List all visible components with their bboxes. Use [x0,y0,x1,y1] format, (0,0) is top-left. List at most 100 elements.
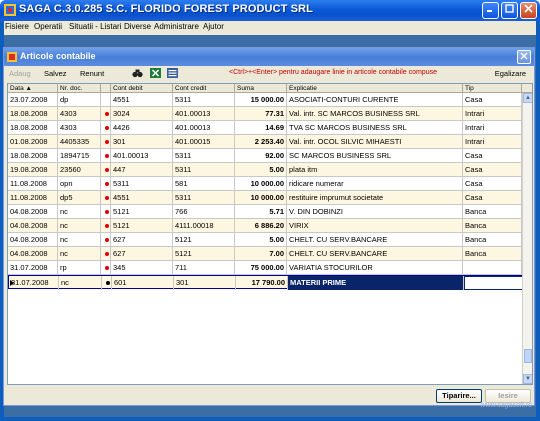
cell-data[interactable]: 31.07.2008 [8,261,58,275]
menu-administrare[interactable]: Administrare [154,22,199,31]
vertical-scrollbar[interactable]: ▲ ▼ [522,93,532,384]
cell-debit[interactable]: 3024 [111,107,173,121]
cell-debit[interactable]: 4551 [111,93,173,107]
table-row[interactable]: 01.08.2008 4405335 301 401.00015 2 253.40 Val… [8,135,522,149]
cell-debit[interactable]: 627 [111,233,173,247]
table-row[interactable]: 23.07.2008 dp 4551 5311 15 000.00 ASOCIATI-CO… [8,93,522,107]
table-row[interactable]: 18.08.2008 4303 4426 401.00013 14.69 TVA SC M… [8,121,522,135]
menu-ajutor[interactable]: Ajutor [203,22,224,31]
header-tip[interactable]: Tip [463,84,522,93]
cell-suma[interactable]: 77.31 [235,107,287,121]
cell-suma[interactable]: 5.00 [235,163,287,177]
cell-credit[interactable]: 5311 [173,163,235,177]
cell-credit[interactable]: 711 [173,261,235,275]
cell-expl[interactable]: CHELT. CU SERV.BANCARE [287,247,463,261]
cell-suma[interactable]: 92.00 [235,149,287,163]
cell-tip[interactable] [463,261,522,275]
cell-expl[interactable]: VARIATIA STOCURILOR [287,261,463,275]
cell-expl[interactable]: MATERII PRIME [288,276,464,290]
cell-debit[interactable]: 5311 [111,177,173,191]
cell-nr[interactable]: rp [58,261,101,275]
cell-data[interactable]: 31.07.2008 [9,276,59,290]
cell-tip[interactable]: Banca [463,247,522,261]
cell-debit[interactable]: 627 [111,247,173,261]
cell-expl[interactable]: Val. intr. OCOL SILVIC MIHAESTI [287,135,463,149]
cell-debit[interactable]: 5121 [111,205,173,219]
cell-suma[interactable]: 5.71 [235,205,287,219]
cell-data[interactable]: 01.08.2008 [8,135,58,149]
table-row[interactable]: 11.08.2008 dp5 4551 5311 10 000.00 restituire… [8,191,522,205]
cell-suma[interactable]: 5.00 [235,233,287,247]
print-button[interactable]: Tiparire... [436,389,482,403]
cell-credit[interactable]: 5121 [173,247,235,261]
menu-diverse[interactable]: Diverse [124,22,151,31]
cell-data[interactable]: 04.08.2008 [8,247,58,261]
cell-tip[interactable]: Banca [463,205,522,219]
cell-debit[interactable]: 601 [112,276,174,290]
cell-tip[interactable]: Banca [463,233,522,247]
close-button[interactable] [520,2,537,19]
cell-data[interactable]: 18.08.2008 [8,121,58,135]
settings-grid-icon[interactable] [167,68,178,78]
cell-nr[interactable]: 1894715 [58,149,101,163]
table-row[interactable]: 18.08.2008 1894715 401.00013 5311 92.00 SC MA… [8,149,522,163]
cell-suma[interactable]: 17 790.00 [236,276,288,290]
table-row[interactable]: 04.08.2008 nc 627 5121 7.00 CHELT. CU SERV.BA… [8,247,522,261]
cell-expl[interactable]: Val. intr. SC MARCOS BUSINESS SRL [287,107,463,121]
cell-debit[interactable]: 4426 [111,121,173,135]
menu-operatii[interactable]: Operatii [34,22,62,31]
child-close-button[interactable] [517,50,531,64]
cell-credit[interactable]: 5311 [173,191,235,205]
cell-nr[interactable]: opn [58,177,101,191]
table-row[interactable]: 19.08.2008 23560 447 5311 5.00 plata itm Casa [8,163,522,177]
cell-nr[interactable]: dp [58,93,101,107]
cell-expl[interactable]: restituire imprumut societate [287,191,463,205]
cell-tip[interactable]: Intrari [463,107,522,121]
cell-tip[interactable]: Casa [463,177,522,191]
header-suma[interactable]: Suma [235,84,287,93]
cell-credit[interactable]: 301 [174,276,236,290]
cell-data[interactable]: 23.07.2008 [8,93,58,107]
cell-credit[interactable]: 401.00015 [173,135,235,149]
cell-tip[interactable]: Intrari [463,121,522,135]
renunt-button[interactable]: Renunt [80,69,104,78]
cell-nr[interactable]: 4303 [58,107,101,121]
cell-nr[interactable]: 23560 [58,163,101,177]
adaug-button[interactable]: Adaug [9,69,31,78]
table-row[interactable]: 31.07.2008 nc 601 301 17 790.00 MATERII PRIME [8,275,523,290]
cell-data[interactable]: 11.08.2008 [8,191,58,205]
cell-suma[interactable]: 15 000.00 [235,93,287,107]
exit-button[interactable]: Iesire [485,389,531,403]
child-title-bar[interactable]: Articole contabile [4,48,534,66]
cell-data[interactable]: 11.08.2008 [8,177,58,191]
cell-expl[interactable]: SC MARCOS BUSINESS SRL [287,149,463,163]
cell-credit[interactable]: 5121 [173,233,235,247]
cell-expl[interactable]: CHELT. CU SERV.BANCARE [287,233,463,247]
header-cont-debit[interactable]: Cont debit [111,84,173,93]
cell-tip[interactable]: Intrari [463,135,522,149]
cell-expl[interactable]: ASOCIATI-CONTURI CURENTE [287,93,463,107]
cell-debit[interactable]: 401.00013 [111,149,173,163]
salvez-button[interactable]: Salvez [44,69,67,78]
cell-suma[interactable]: 10 000.00 [235,191,287,205]
table-row[interactable]: 31.07.2008 rp 345 711 75 000.00 VARIATIA STOC… [8,261,522,275]
binoculars-icon[interactable] [132,68,143,78]
cell-nr[interactable]: 4405335 [58,135,101,149]
accounting-grid[interactable]: Data ▲ Nr. doc. Cont debit Cont credit S… [7,83,533,385]
cell-tip[interactable]: Casa [463,93,522,107]
table-row[interactable]: 04.08.2008 nc 627 5121 5.00 CHELT. CU SERV.BA… [8,233,522,247]
table-row[interactable]: 04.08.2008 nc 5121 4111.00018 6 886.20 VIRIX B… [8,219,522,233]
cell-credit[interactable]: 5311 [173,149,235,163]
cell-credit[interactable]: 5311 [173,93,235,107]
cell-debit[interactable]: 5121 [111,219,173,233]
cell-nr[interactable]: nc [58,233,101,247]
cell-nr[interactable]: nc [58,205,101,219]
cell-suma[interactable]: 10 000.00 [235,177,287,191]
header-explicatie[interactable]: Explicatie [287,84,463,93]
cell-credit[interactable]: 401.00013 [173,121,235,135]
cell-nr[interactable]: nc [58,247,101,261]
cell-credit[interactable]: 4111.00018 [173,219,235,233]
cell-expl[interactable]: plata itm [287,163,463,177]
cell-data[interactable]: 04.08.2008 [8,233,58,247]
table-row[interactable]: 11.08.2008 opn 5311 581 10 000.00 ridicare nu… [8,177,522,191]
